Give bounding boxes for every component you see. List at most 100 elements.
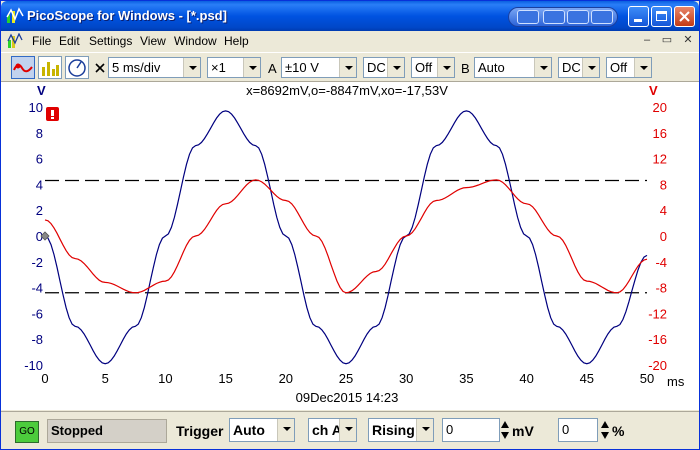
chevron-down-icon: [437, 58, 454, 77]
right-tick-label: -16: [648, 332, 667, 347]
trigger-edge-value: Rising: [372, 422, 415, 438]
monitor-tray-icon[interactable]: [543, 10, 565, 24]
right-axis-unit: V: [649, 83, 658, 98]
x-tick-label: 30: [399, 371, 413, 386]
multiplier-select[interactable]: ×1: [207, 57, 261, 78]
picoscope-app-icon: [6, 7, 24, 23]
warning-icon[interactable]: [46, 107, 59, 121]
right-tick-label: -4: [655, 255, 667, 270]
oscilloscope-chart[interactable]: V V x=8692mV,o=-8847mV,xo=-17,53V ms 09D…: [1, 82, 699, 410]
channel-b-offset-select[interactable]: Off: [606, 57, 652, 78]
trigger-edge-select[interactable]: Rising: [368, 418, 434, 442]
menu-bar: File Edit Settings View Window Help – ▭ …: [1, 31, 699, 51]
chevron-down-icon: [416, 419, 433, 441]
right-tick-label: 16: [653, 126, 667, 141]
chevron-down-icon: [634, 58, 651, 77]
timebase-select[interactable]: 5 ms/div: [108, 57, 201, 78]
trigger-channel-select[interactable]: ch A: [308, 418, 357, 442]
trigger-channel-value: ch A: [312, 422, 342, 438]
menu-window[interactable]: Window: [174, 34, 217, 48]
meter-dial-icon: [68, 59, 86, 77]
x-tick-label: 20: [279, 371, 293, 386]
spectrum-mode-button[interactable]: [38, 56, 62, 79]
channel-a-coupling-select[interactable]: DC: [363, 57, 405, 78]
chevron-down-icon: [243, 58, 260, 77]
channel-b-coupling-value: DC: [562, 60, 581, 75]
window-tray-icon[interactable]: [591, 10, 613, 24]
go-button[interactable]: GO: [15, 421, 39, 443]
channel-b-label: B: [461, 61, 470, 76]
channel-b-offset-value: Off: [610, 60, 628, 75]
channel-b-trace: [44, 179, 648, 294]
left-tick-label: -6: [31, 306, 43, 321]
left-axis-unit: V: [37, 83, 46, 98]
delay-spinner[interactable]: [600, 418, 610, 442]
chevron-down-icon: [387, 58, 404, 77]
close-button[interactable]: [674, 6, 695, 27]
channel-a-offset-value: Off: [415, 60, 433, 75]
right-tick-label: -12: [648, 306, 667, 321]
menu-help[interactable]: Help: [224, 34, 249, 48]
trigger-mode-select[interactable]: Auto: [229, 418, 295, 442]
mdi-close-button[interactable]: ✕: [681, 34, 695, 47]
spectrum-bars-icon: [42, 62, 59, 76]
title-bar[interactable]: PicoScope for Windows - [*.psd]: [1, 1, 699, 31]
x-tick-label: 5: [102, 371, 109, 386]
chevron-down-icon: [534, 58, 551, 77]
right-tick-label: 0: [660, 229, 667, 244]
channel-a-range-select[interactable]: ±10 V: [281, 57, 357, 78]
mdi-minimize-button[interactable]: –: [640, 34, 654, 47]
chevron-down-icon: [582, 58, 599, 77]
right-tick-label: 20: [653, 100, 667, 115]
channel-b-coupling-select[interactable]: DC: [558, 57, 600, 78]
x-tick-label: 15: [218, 371, 232, 386]
scope-wave-icon: [13, 63, 33, 73]
timebase-value: 5 ms/div: [112, 60, 161, 75]
picoscope-window: PicoScope for Windows - [*.psd] File Edi…: [0, 0, 700, 450]
left-tick-label: -8: [31, 332, 43, 347]
channel-a-trace: [44, 110, 648, 365]
left-tick-label: -10: [24, 358, 43, 373]
left-tick-label: -4: [31, 281, 43, 296]
display-tray-icon[interactable]: [567, 10, 589, 24]
window-title: PicoScope for Windows - [*.psd]: [27, 8, 227, 23]
meter-mode-button[interactable]: [65, 56, 89, 79]
document-icon[interactable]: [7, 33, 23, 49]
nvidia-tray-icon[interactable]: [517, 10, 539, 24]
menu-view[interactable]: View: [140, 34, 166, 48]
left-tick-label: 8: [36, 126, 43, 141]
x-tick-label: 0: [41, 371, 48, 386]
multiplier-value: ×1: [211, 60, 226, 75]
channel-b-range-value: Auto: [478, 60, 505, 75]
threshold-spinner[interactable]: [500, 418, 510, 442]
scope-display[interactable]: V V x=8692mV,o=-8847mV,xo=-17,53V ms 09D…: [1, 82, 699, 410]
menu-settings[interactable]: Settings: [89, 34, 132, 48]
delay-input[interactable]: 0: [558, 418, 598, 442]
maximize-button[interactable]: [651, 6, 672, 27]
close-icon[interactable]: [94, 62, 106, 74]
trigger-label: Trigger: [176, 423, 224, 439]
trigger-mode-value: Auto: [233, 422, 265, 438]
channel-a-offset-select[interactable]: Off: [411, 57, 455, 78]
left-tick-label: 2: [36, 203, 43, 218]
mdi-restore-button[interactable]: ▭: [660, 34, 674, 47]
menu-file[interactable]: File: [32, 34, 51, 48]
right-tick-label: 4: [660, 203, 667, 218]
cursor-readout: x=8692mV,o=-8847mV,xo=-17,53V: [246, 83, 448, 98]
threshold-input[interactable]: 0: [442, 418, 500, 442]
channel-a-range-value: ±10 V: [285, 60, 319, 75]
x-axis-unit: ms: [667, 374, 685, 389]
chevron-down-icon: [339, 58, 356, 77]
scope-mode-button[interactable]: [11, 56, 35, 79]
left-tick-label: 10: [29, 100, 43, 115]
channel-b-range-select[interactable]: Auto: [474, 57, 552, 78]
x-tick-label: 50: [640, 371, 654, 386]
tray-toolbar: [508, 7, 618, 27]
threshold-unit: mV: [512, 423, 534, 439]
status-field: Stopped: [47, 419, 167, 443]
left-tick-label: 6: [36, 152, 43, 167]
channel-a-label: A: [268, 61, 277, 76]
menu-edit[interactable]: Edit: [59, 34, 80, 48]
channel-a-coupling-value: DC: [367, 60, 386, 75]
minimize-button[interactable]: [628, 6, 649, 27]
